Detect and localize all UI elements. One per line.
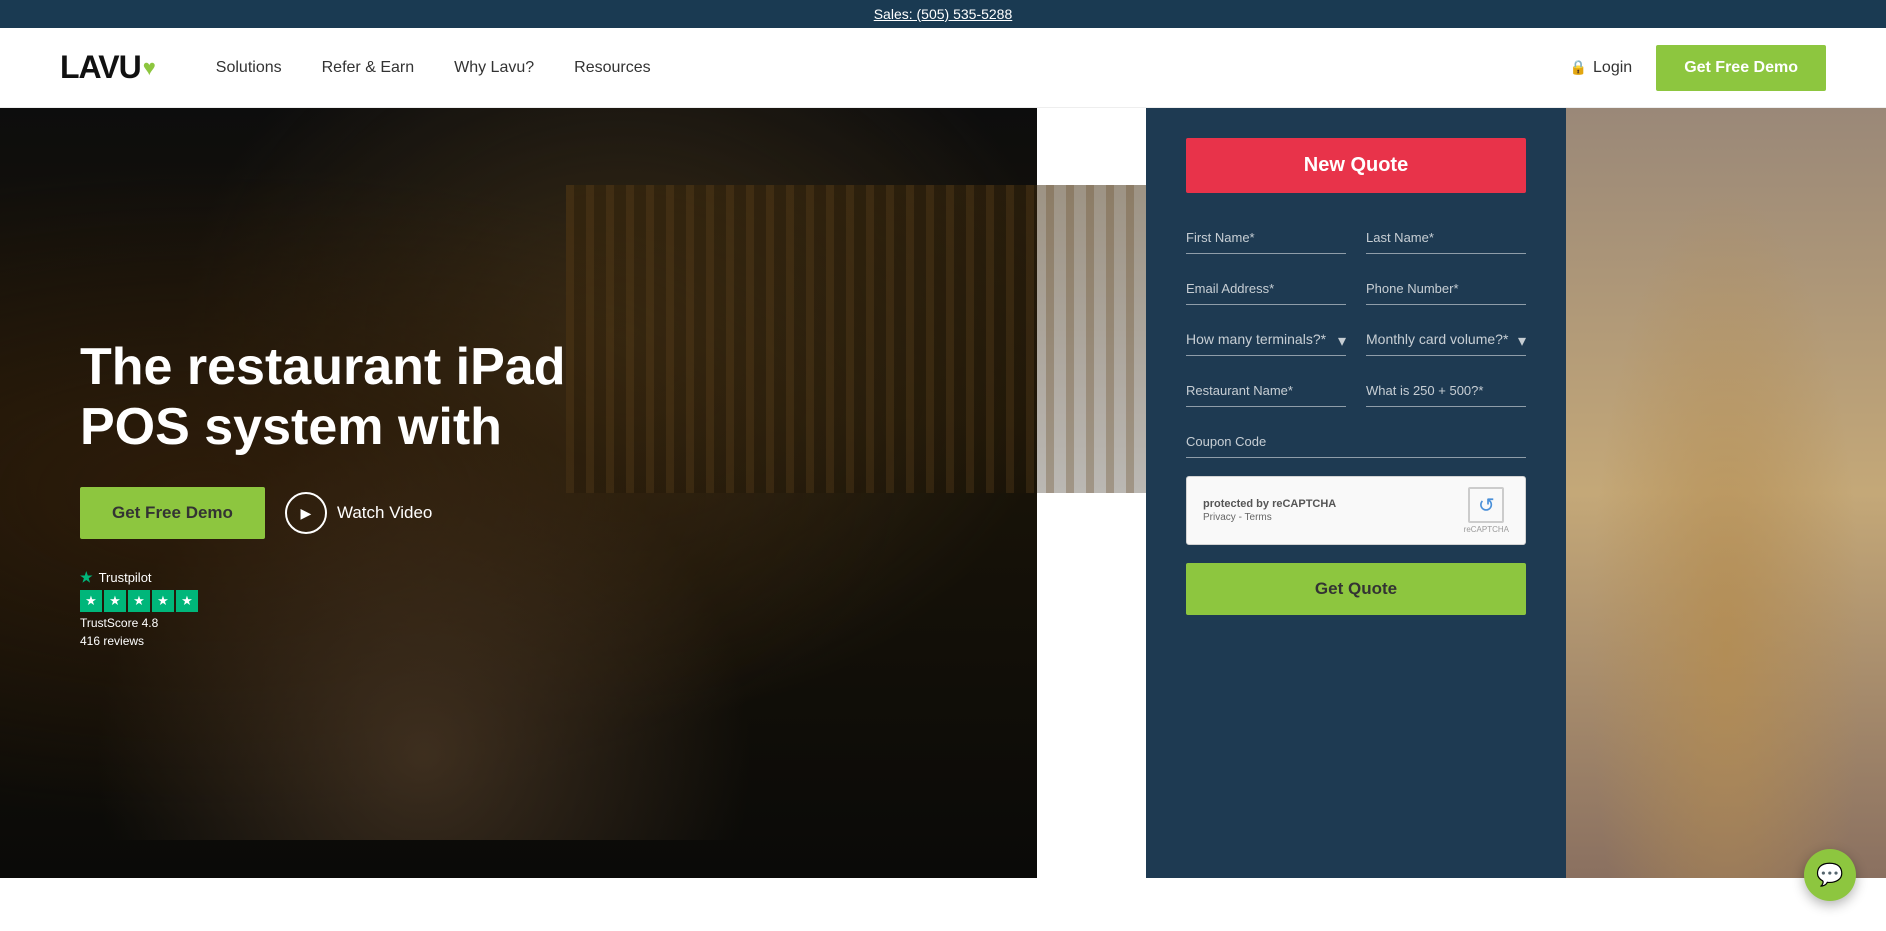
name-row bbox=[1186, 221, 1526, 254]
watch-video-label: Watch Video bbox=[337, 503, 432, 523]
watch-video-button[interactable]: ▶ Watch Video bbox=[285, 492, 432, 534]
email-input[interactable] bbox=[1186, 272, 1346, 305]
trustpilot-label: ★ Trustpilot bbox=[80, 569, 957, 586]
hero-section: The restaurant iPad POS system with Get … bbox=[0, 108, 1886, 878]
recaptcha-checkbox[interactable]: ↺ bbox=[1468, 487, 1504, 523]
phone-input[interactable] bbox=[1366, 272, 1526, 305]
quote-form-panel: New Quote bbox=[1146, 108, 1566, 878]
recaptcha-badge: reCAPTCHA bbox=[1464, 525, 1509, 534]
terminals-select[interactable]: How many terminals?* 1 2 3 4+ bbox=[1186, 323, 1346, 356]
recaptcha-left: protected by reCAPTCHA Privacy - Terms bbox=[1203, 498, 1452, 523]
recaptcha-logo-area: ↺ reCAPTCHA bbox=[1464, 487, 1509, 534]
recaptcha-links: Privacy - Terms bbox=[1203, 512, 1452, 523]
nav-get-demo-button[interactable]: Get Free Demo bbox=[1656, 45, 1826, 91]
phone-link[interactable]: Sales: (505) 535-5288 bbox=[874, 6, 1013, 22]
restaurant-row bbox=[1186, 374, 1526, 407]
recaptcha-privacy-link[interactable]: Privacy bbox=[1203, 512, 1236, 523]
star-5: ★ bbox=[176, 590, 198, 612]
login-link[interactable]: 🔒 Login bbox=[1570, 59, 1633, 77]
coupon-field bbox=[1186, 425, 1526, 458]
play-icon: ▶ bbox=[285, 492, 327, 534]
nav-refer-earn[interactable]: Refer & Earn bbox=[322, 59, 414, 77]
terminals-select-wrapper: How many terminals?* 1 2 3 4+ bbox=[1186, 323, 1346, 356]
nav-links: Solutions Refer & Earn Why Lavu? Resourc… bbox=[216, 59, 1570, 77]
first-name-field bbox=[1186, 221, 1346, 254]
nav-solutions[interactable]: Solutions bbox=[216, 59, 282, 77]
top-bar: Sales: (505) 535-5288 bbox=[0, 0, 1886, 28]
phone-field bbox=[1366, 272, 1526, 305]
recaptcha-title: protected by reCAPTCHA bbox=[1203, 498, 1452, 510]
star-1: ★ bbox=[80, 590, 102, 612]
card-volume-select-wrapper: Monthly card volume?* Under $10,000 $10,… bbox=[1366, 323, 1526, 356]
recaptcha-terms-link[interactable]: Terms bbox=[1245, 512, 1272, 523]
hero-content: The restaurant iPad POS system with Get … bbox=[0, 108, 1886, 878]
restaurant-name-input[interactable] bbox=[1186, 374, 1346, 407]
nav-resources[interactable]: Resources bbox=[574, 59, 650, 77]
trustpilot-logo: ★ bbox=[80, 569, 93, 586]
hero-demo-button[interactable]: Get Free Demo bbox=[80, 487, 265, 539]
login-label: Login bbox=[1593, 59, 1632, 77]
recaptcha-box: protected by reCAPTCHA Privacy - Terms ↺… bbox=[1186, 476, 1526, 545]
hero-title: The restaurant iPad POS system with bbox=[80, 338, 580, 458]
hero-text-area: The restaurant iPad POS system with Get … bbox=[0, 108, 1037, 878]
trustpilot-name: Trustpilot bbox=[99, 570, 152, 585]
first-name-input[interactable] bbox=[1186, 221, 1346, 254]
get-quote-button[interactable]: Get Quote bbox=[1186, 563, 1526, 615]
chat-button[interactable]: 💬 bbox=[1804, 849, 1856, 901]
last-name-input[interactable] bbox=[1366, 221, 1526, 254]
logo: LAVU♥ bbox=[60, 49, 156, 86]
star-2: ★ bbox=[104, 590, 126, 612]
card-volume-select[interactable]: Monthly card volume?* Under $10,000 $10,… bbox=[1366, 323, 1526, 356]
nav-right: 🔒 Login Get Free Demo bbox=[1570, 45, 1826, 91]
new-quote-button[interactable]: New Quote bbox=[1186, 138, 1526, 193]
last-name-field bbox=[1366, 221, 1526, 254]
coupon-input[interactable] bbox=[1186, 425, 1526, 458]
logo-text: LAVU bbox=[60, 49, 141, 86]
chat-icon: 💬 bbox=[1816, 862, 1843, 888]
star-4: ★ bbox=[152, 590, 174, 612]
nav-why-lavu[interactable]: Why Lavu? bbox=[454, 59, 534, 77]
hero-cta: Get Free Demo ▶ Watch Video bbox=[80, 487, 957, 539]
trustpilot-area: ★ Trustpilot ★ ★ ★ ★ ★ TrustScore 4.8 41… bbox=[80, 569, 957, 648]
terminals-row: How many terminals?* 1 2 3 4+ Monthly ca… bbox=[1186, 323, 1526, 356]
math-input[interactable] bbox=[1366, 374, 1526, 407]
contact-row bbox=[1186, 272, 1526, 305]
logo-heart: ♥ bbox=[143, 55, 156, 81]
terminals-field: How many terminals?* 1 2 3 4+ bbox=[1186, 323, 1346, 356]
math-field bbox=[1366, 374, 1526, 407]
star-rating: ★ ★ ★ ★ ★ bbox=[80, 590, 957, 612]
trustscore: TrustScore 4.8 bbox=[80, 616, 957, 630]
review-count: 416 reviews bbox=[80, 634, 957, 648]
card-volume-field: Monthly card volume?* Under $10,000 $10,… bbox=[1366, 323, 1526, 356]
star-3: ★ bbox=[128, 590, 150, 612]
restaurant-name-field bbox=[1186, 374, 1346, 407]
email-field bbox=[1186, 272, 1346, 305]
lock-icon: 🔒 bbox=[1570, 59, 1587, 76]
main-nav: LAVU♥ Solutions Refer & Earn Why Lavu? R… bbox=[0, 28, 1886, 108]
